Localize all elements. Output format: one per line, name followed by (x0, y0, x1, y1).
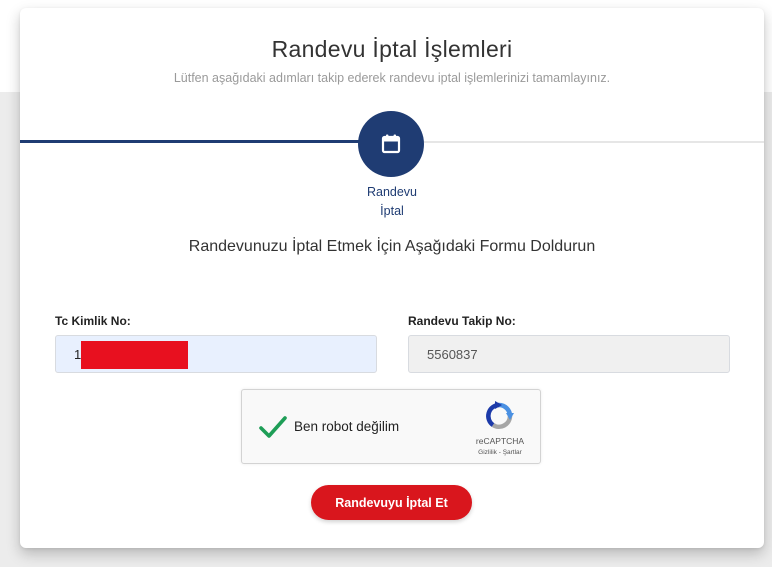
page-subtitle: Lütfen aşağıdaki adımları takip ederek r… (173, 71, 611, 85)
calendar-icon (381, 134, 401, 154)
recaptcha-privacy-terms-links[interactable]: Gizlilik - Şartlar (464, 449, 536, 456)
checkmark-icon[interactable] (258, 412, 288, 442)
cancel-appointment-card: Randevu İptal İşlemleri Lütfen aşağıdaki… (20, 8, 764, 548)
randevu-takip-label: Randevu Takip No: (408, 314, 516, 328)
redaction-overlay (81, 341, 188, 369)
cancel-appointment-button[interactable]: Randevuyu İptal Et (311, 485, 472, 520)
randevu-takip-input[interactable] (408, 335, 730, 373)
stepper-remaining-line (420, 141, 764, 143)
page-title: Randevu İptal İşlemleri (271, 36, 513, 62)
recaptcha-widget[interactable]: Ben robot değilim reCAPTCHA Gizlilik - Ş… (241, 389, 541, 464)
form-heading: Randevunuzu İptal Etmek İçin Aşağıdaki F… (188, 238, 596, 255)
step-circle-randevu-iptal (358, 111, 424, 177)
step-label-line-2: İptal (380, 204, 404, 218)
recaptcha-label: Ben robot değilim (294, 419, 400, 434)
recaptcha-logo-icon (486, 401, 514, 429)
recaptcha-brand: reCAPTCHA (475, 436, 525, 446)
step-label: Randevu İptal (342, 183, 442, 221)
stepper-progress-line (20, 140, 360, 143)
step-label-line-1: Randevu (366, 185, 418, 199)
tc-kimlik-label: Tc Kimlik No: (55, 314, 131, 328)
